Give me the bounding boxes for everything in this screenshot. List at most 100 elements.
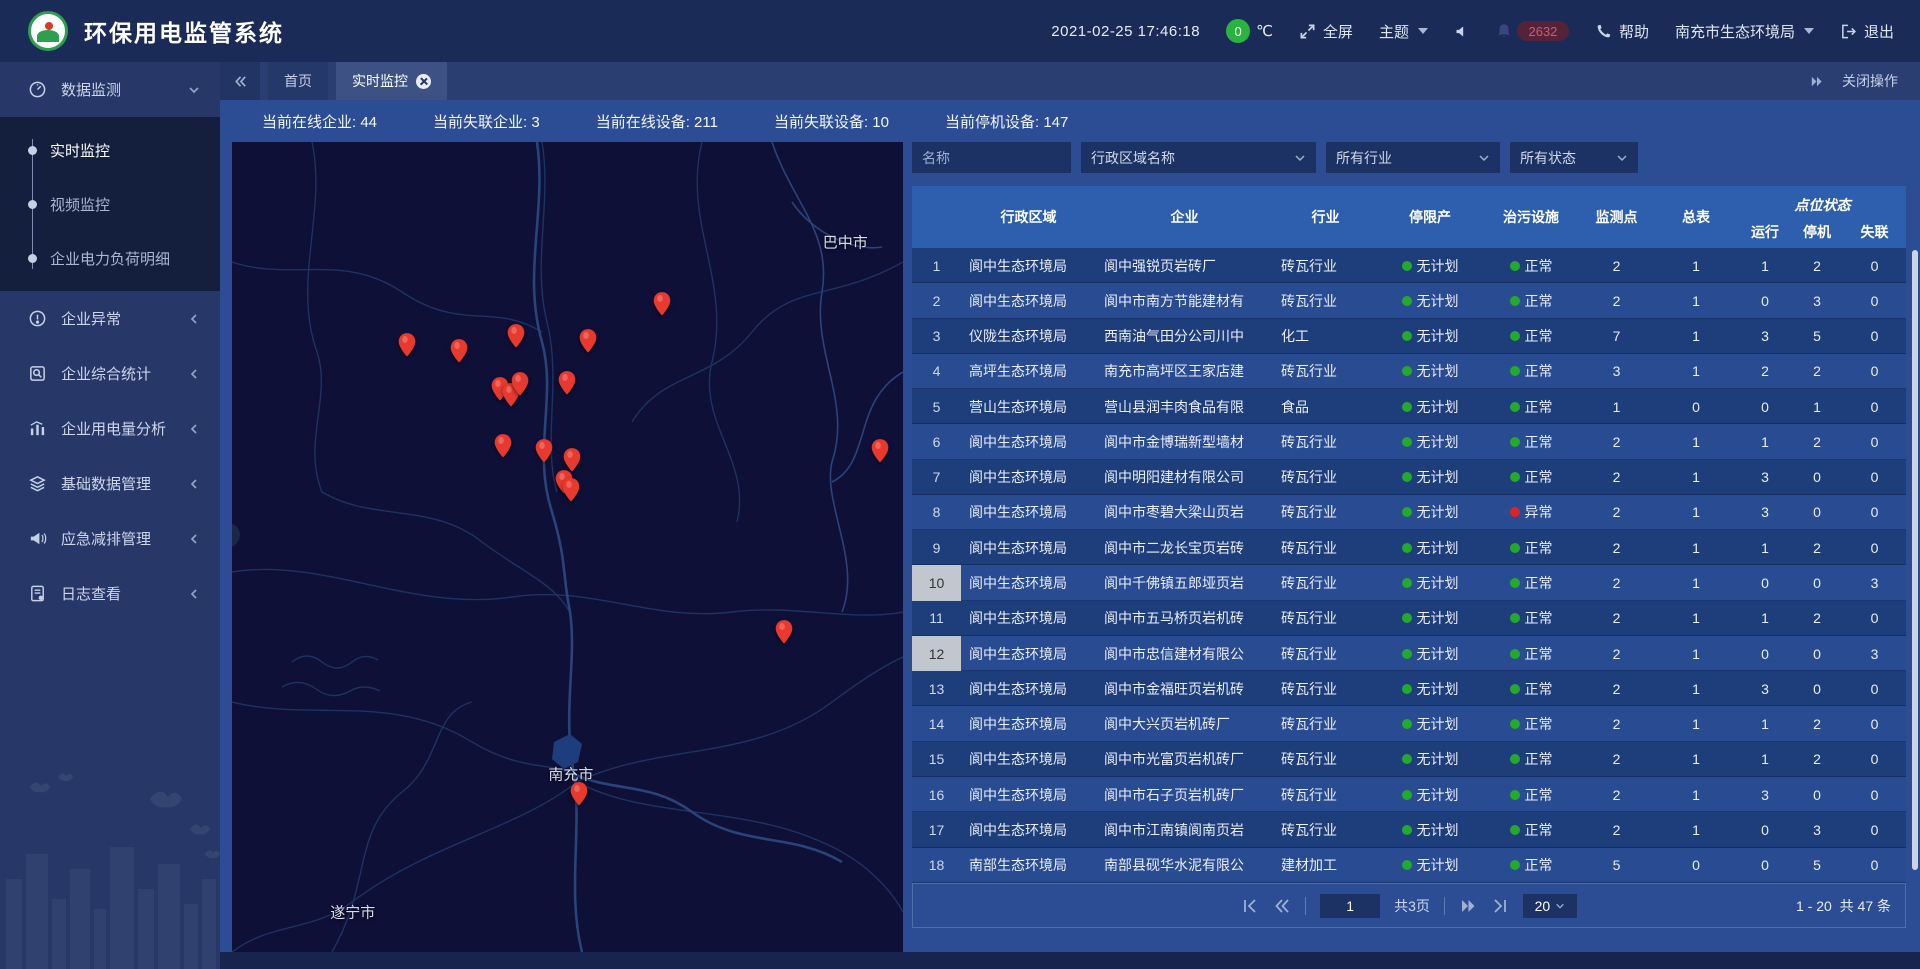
sidebar-subitem[interactable]: 视频监控: [0, 177, 220, 231]
row-index-cell[interactable]: 5: [912, 389, 961, 424]
table-row[interactable]: 12阆中生态环境局阆中市忠信建材有限公砖瓦行业无计划正常21003: [912, 636, 1906, 671]
row-industry-cell: 砖瓦行业: [1273, 248, 1378, 283]
map-marker-pin[interactable]: [870, 438, 889, 464]
row-index-cell[interactable]: 1: [912, 248, 961, 283]
notifications[interactable]: 2632: [1495, 21, 1569, 41]
row-index-cell[interactable]: 2: [912, 283, 961, 318]
map-marker-pin[interactable]: [535, 438, 554, 464]
row-stop-status-cell: 无计划: [1378, 636, 1482, 671]
row-index-cell[interactable]: 6: [912, 424, 961, 459]
sidebar-item-6[interactable]: 应急减排管理: [0, 511, 220, 566]
sidebar-subitem-label: 企业电力负荷明细: [50, 248, 170, 269]
map-marker-pin[interactable]: [579, 328, 598, 354]
map-marker-pin[interactable]: [557, 370, 576, 396]
table-row[interactable]: 5营山生态环境局营山县润丰肉食品有限食品无计划正常10010: [912, 389, 1906, 424]
row-index-cell[interactable]: 4: [912, 354, 961, 389]
map-marker-pin[interactable]: [653, 291, 672, 317]
status-select[interactable]: 所有状态: [1510, 142, 1638, 173]
map-marker-pin[interactable]: [494, 433, 513, 459]
table-row[interactable]: 15阆中生态环境局阆中市光富页岩机砖厂砖瓦行业无计划正常21120: [912, 742, 1906, 777]
table-row[interactable]: 1阆中生态环境局阆中强锐页岩砖厂砖瓦行业无计划正常21120: [912, 248, 1906, 283]
last-page-button[interactable]: [1491, 897, 1509, 915]
tab-实时监控[interactable]: 实时监控: [336, 62, 447, 100]
row-index-cell[interactable]: 3: [912, 319, 961, 354]
org-dropdown[interactable]: 南充市生态环境局: [1675, 21, 1814, 42]
row-run-cell: 0: [1739, 283, 1791, 318]
sidebar-item-7[interactable]: 日志查看: [0, 566, 220, 621]
sidebar-item-1[interactable]: 数据监测: [0, 62, 220, 117]
name-search-input[interactable]: [912, 142, 1071, 173]
sidebar-item-5[interactable]: 基础数据管理: [0, 456, 220, 511]
row-index-cell[interactable]: 10: [912, 565, 961, 600]
row-run-cell: 0: [1739, 565, 1791, 600]
row-company-cell: 阆中市石子页岩机砖厂: [1096, 777, 1273, 812]
sidebar-item-4[interactable]: 企业用电量分析: [0, 401, 220, 456]
row-index-cell[interactable]: 12: [912, 636, 961, 671]
table-row[interactable]: 10阆中生态环境局阆中千佛镇五郎垭页岩砖瓦行业无计划正常21003: [912, 565, 1906, 600]
table-row[interactable]: 16阆中生态环境局阆中市石子页岩机砖厂砖瓦行业无计划正常21300: [912, 777, 1906, 812]
sidebar-item-3[interactable]: 企业综合统计: [0, 346, 220, 401]
map-marker-pin[interactable]: [569, 781, 588, 807]
table-row[interactable]: 18南部生态环境局南部县砚华水泥有限公建材加工无计划正常50050: [912, 848, 1906, 883]
tabs-scroll-right-button[interactable]: [1809, 74, 1824, 89]
table-row[interactable]: 3仪陇生态环境局西南油气田分公司川中化工无计划正常71350: [912, 319, 1906, 354]
row-index-cell[interactable]: 15: [912, 742, 961, 777]
status-text: 正常: [1525, 538, 1553, 558]
map-panel[interactable]: 巴中市南充市遂宁市: [232, 142, 903, 952]
row-index-cell[interactable]: 18: [912, 848, 961, 883]
table-row[interactable]: 13阆中生态环境局阆中市金福旺页岩机砖砖瓦行业无计划正常21300: [912, 671, 1906, 706]
tabs-scroll-left-button[interactable]: [220, 62, 260, 100]
table-row[interactable]: 6阆中生态环境局阆中市金博瑞新型墙材砖瓦行业无计划正常21120: [912, 424, 1906, 459]
sidebar-item-2[interactable]: 企业异常: [0, 291, 220, 346]
table-row[interactable]: 14阆中生态环境局阆中大兴页岩机砖厂砖瓦行业无计划正常21120: [912, 706, 1906, 741]
page-number-input[interactable]: [1320, 894, 1380, 918]
table-row[interactable]: 2阆中生态环境局阆中市南方节能建材有砖瓦行业无计划正常21030: [912, 283, 1906, 318]
map-marker-pin[interactable]: [510, 371, 529, 397]
table-row[interactable]: 9阆中生态环境局阆中市二龙长宝页岩砖砖瓦行业无计划正常21120: [912, 530, 1906, 565]
help-button[interactable]: 帮助: [1595, 21, 1649, 42]
next-page-button[interactable]: [1459, 897, 1477, 915]
row-index-cell[interactable]: 11: [912, 601, 961, 636]
prev-page-button[interactable]: [1273, 897, 1291, 915]
row-region-cell: 仪陇生态环境局: [961, 319, 1096, 354]
logout-button[interactable]: 退出: [1840, 21, 1894, 42]
region-select[interactable]: 行政区域名称: [1081, 142, 1316, 173]
speaker-muted-icon[interactable]: [1454, 24, 1469, 39]
page-size-select[interactable]: 20: [1523, 894, 1577, 918]
row-index-cell[interactable]: 13: [912, 671, 961, 706]
row-run-cell: 0: [1739, 389, 1791, 424]
stats-bar: 当前在线企业: 44当前失联企业: 3当前在线设备: 211当前失联设备: 10…: [262, 100, 1068, 142]
table-scrollbar[interactable]: [1912, 250, 1918, 870]
status-dot-icon: [1402, 825, 1412, 835]
map-marker-pin[interactable]: [506, 323, 525, 349]
sidebar-subitem[interactable]: 企业电力负荷明细: [0, 231, 220, 285]
status-select-value: 所有状态: [1520, 148, 1616, 168]
theme-dropdown[interactable]: 主题: [1379, 21, 1428, 42]
row-index-cell[interactable]: 14: [912, 706, 961, 741]
table-row[interactable]: 8阆中生态环境局阆中市枣碧大梁山页岩砖瓦行业无计划异常21300: [912, 495, 1906, 530]
table-row[interactable]: 7阆中生态环境局阆中明阳建材有限公司砖瓦行业无计划正常21300: [912, 460, 1906, 495]
table-row[interactable]: 11阆中生态环境局阆中市五马桥页岩机砖砖瓦行业无计划正常21120: [912, 601, 1906, 636]
tab-首页[interactable]: 首页: [268, 62, 328, 100]
status-dot-icon: [1510, 790, 1520, 800]
row-index-cell[interactable]: 16: [912, 777, 961, 812]
table-row[interactable]: 4高坪生态环境局南充市高坪区王家店建砖瓦行业无计划正常31220: [912, 354, 1906, 389]
status-text: 无计划: [1417, 291, 1459, 311]
first-page-button[interactable]: [1241, 897, 1259, 915]
map-marker-pin[interactable]: [561, 477, 580, 503]
row-index-cell[interactable]: 17: [912, 812, 961, 847]
status-dot-icon: [1402, 578, 1412, 588]
row-index-cell[interactable]: 8: [912, 495, 961, 530]
sidebar-subitem[interactable]: 实时监控: [0, 123, 220, 177]
close-operations-button[interactable]: 关闭操作: [1842, 71, 1898, 91]
map-marker-pin[interactable]: [449, 338, 468, 364]
industry-select[interactable]: 所有行业: [1326, 142, 1500, 173]
map-marker-pin[interactable]: [398, 332, 417, 358]
map-marker-pin[interactable]: [775, 619, 794, 645]
row-index-cell[interactable]: 9: [912, 530, 961, 565]
table-row[interactable]: 17阆中生态环境局阆中市江南镇阆南页岩砖瓦行业无计划正常21030: [912, 812, 1906, 847]
tab-close-icon[interactable]: [416, 74, 431, 89]
fullscreen-button[interactable]: 全屏: [1299, 21, 1353, 42]
row-index-cell[interactable]: 7: [912, 460, 961, 495]
stat-item: 当前在线设备: 211: [596, 111, 718, 132]
